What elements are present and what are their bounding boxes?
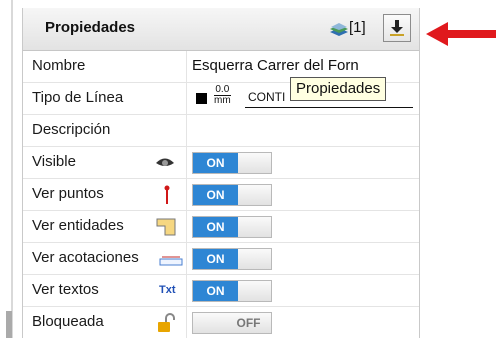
- window-edge: [6, 311, 12, 338]
- line-color-swatch[interactable]: [196, 93, 207, 104]
- entity-shape-icon: [156, 218, 176, 241]
- row-label: Visible: [32, 153, 76, 170]
- text-icon: Txt: [159, 284, 176, 296]
- row-descripcion: Descripción: [23, 115, 419, 147]
- eye-icon: [155, 156, 175, 175]
- row-label: Ver acotaciones: [32, 249, 139, 266]
- ver-puntos-toggle[interactable]: ON: [192, 184, 272, 206]
- row-label: Ver textos: [32, 281, 99, 298]
- tooltip: Propiedades: [290, 77, 387, 101]
- properties-panel: Propiedades [1] Nombre Esquerra Carrer d…: [22, 8, 420, 338]
- layer-count: [1]: [349, 19, 366, 36]
- row-label: Descripción: [32, 121, 111, 138]
- dimension-icon: [159, 254, 183, 272]
- ver-entidades-toggle[interactable]: ON: [192, 216, 272, 238]
- line-type-name[interactable]: CONTI: [248, 90, 285, 104]
- row-ver-entidades: Ver entidades ON: [23, 211, 419, 243]
- panel-title: Propiedades: [45, 19, 136, 36]
- row-label: Bloqueada: [32, 313, 104, 330]
- left-window-border: [11, 0, 13, 338]
- row-visible: Visible ON: [23, 147, 419, 179]
- properties-download-button[interactable]: [383, 14, 411, 42]
- ver-textos-toggle[interactable]: ON: [192, 280, 272, 302]
- visible-toggle[interactable]: ON: [192, 152, 272, 174]
- nombre-value[interactable]: Esquerra Carrer del Forn: [192, 57, 359, 74]
- row-label: Ver entidades: [32, 217, 124, 234]
- row-bloqueada: Bloqueada OFF: [23, 307, 419, 338]
- bloqueada-toggle[interactable]: OFF: [192, 312, 272, 334]
- line-type-preview: [245, 107, 413, 108]
- row-label: Tipo de Línea: [32, 89, 124, 106]
- red-arrow-annotation: [426, 22, 496, 46]
- row-ver-acotaciones: Ver acotaciones ON: [23, 243, 419, 275]
- download-arrow-icon: [390, 20, 404, 36]
- ver-acotaciones-toggle[interactable]: ON: [192, 248, 272, 270]
- layers-icon[interactable]: [328, 21, 350, 39]
- line-weight: 0.0 mm: [214, 84, 231, 106]
- row-label: Nombre: [32, 57, 86, 74]
- row-label: Ver puntos: [32, 185, 104, 202]
- row-ver-textos: Ver textos Txt ON: [23, 275, 419, 307]
- row-ver-puntos: Ver puntos ON: [23, 179, 419, 211]
- padlock-open-icon: [157, 313, 175, 338]
- panel-header: Propiedades [1]: [23, 8, 419, 51]
- point-marker-icon: [163, 185, 171, 210]
